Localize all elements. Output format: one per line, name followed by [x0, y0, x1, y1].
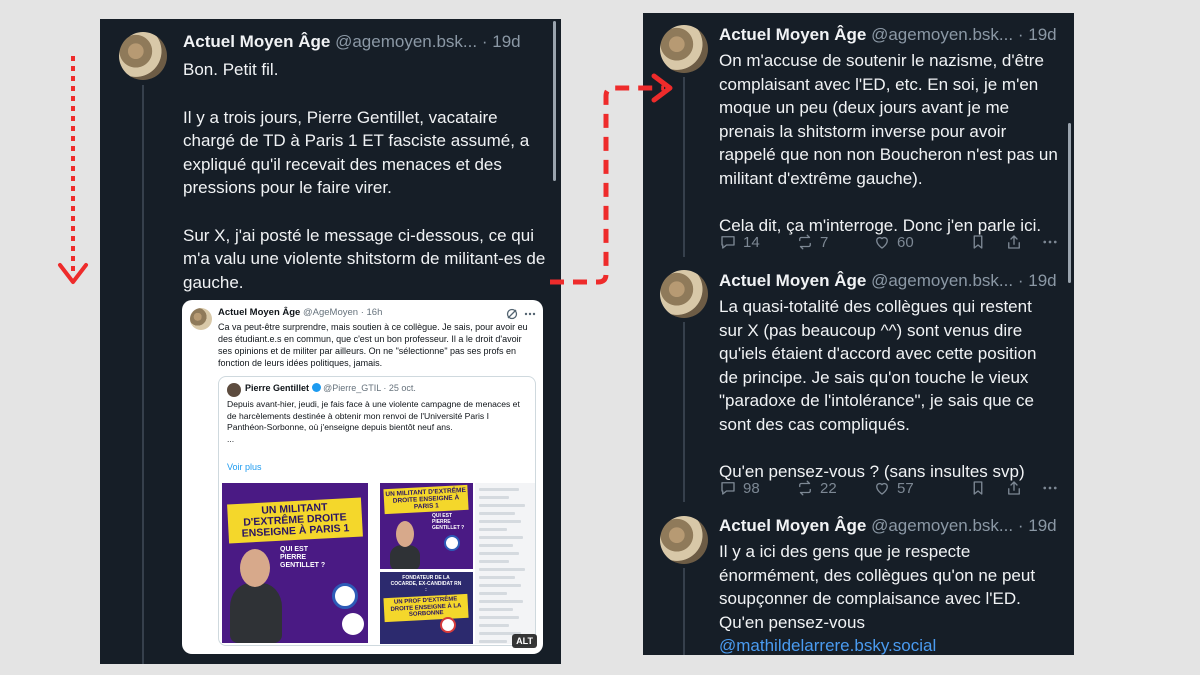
- down-arrow: [58, 56, 88, 284]
- connector-arrow: [550, 73, 673, 285]
- arrows-overlay: [58, 56, 673, 285]
